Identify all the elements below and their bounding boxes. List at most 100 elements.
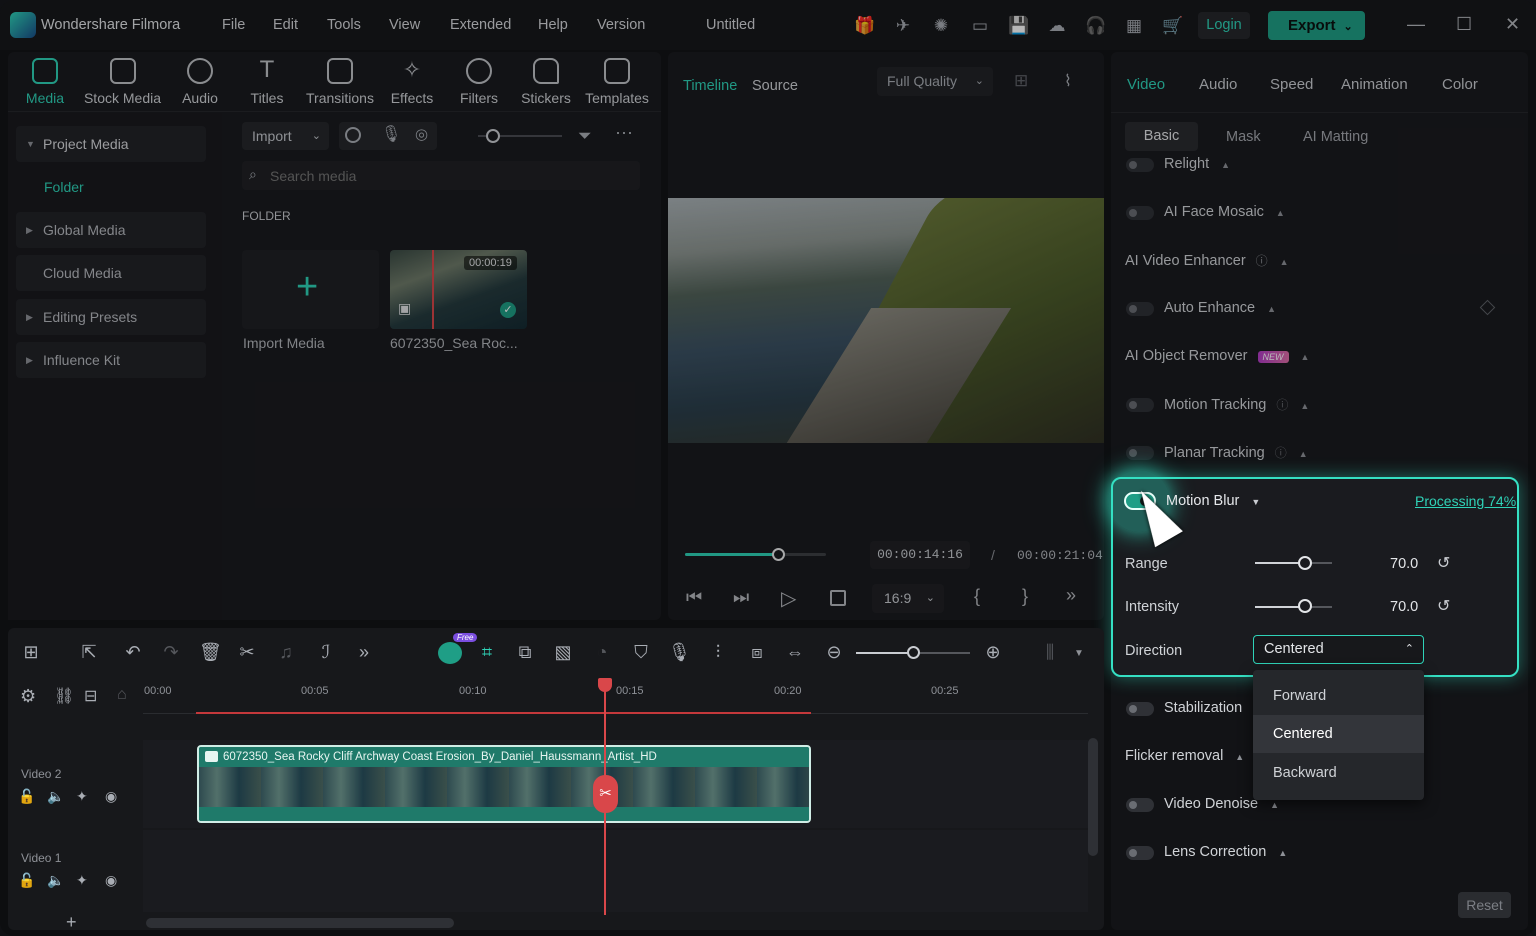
scene-detect-icon[interactable]: ⧈	[746, 642, 768, 663]
lens-toggle[interactable]	[1126, 846, 1154, 860]
minimize-icon[interactable]: —	[1407, 14, 1425, 35]
aspect-dropdown[interactable]: 16:9 ⌄	[872, 584, 944, 613]
shield-icon[interactable]: ⛉	[630, 642, 652, 663]
menu-file[interactable]: File	[222, 17, 245, 33]
tab-color[interactable]: Color	[1442, 76, 1478, 93]
ai-mascot-icon[interactable]	[438, 642, 462, 664]
processing-link[interactable]: Processing 74%	[1415, 493, 1516, 509]
menu-help[interactable]: Help	[538, 17, 568, 33]
zoom-in-icon[interactable]: ⊕	[982, 642, 1004, 663]
marker-icon[interactable]: ⌂	[117, 686, 127, 704]
sidebar-item-folder[interactable]: Folder	[44, 179, 84, 195]
range-reset-icon[interactable]: ↺	[1437, 553, 1450, 573]
delete-icon[interactable]: 🗑	[199, 642, 222, 663]
tab-video[interactable]: Video	[1127, 76, 1165, 93]
direction-select[interactable]: Centered ⌃	[1253, 635, 1424, 664]
gift-icon[interactable]: 🎁	[854, 15, 876, 37]
lock-icon[interactable]: 🔓	[18, 872, 35, 889]
option-centered[interactable]: Centered	[1253, 715, 1424, 753]
relight-row[interactable]: Relight ▲	[1164, 156, 1230, 172]
track-layout-icon[interactable]: ⫼	[1039, 642, 1061, 663]
timeline-settings-icon[interactable]: ⚙	[20, 686, 36, 707]
headset-icon[interactable]: 🎧	[1085, 15, 1107, 37]
search-input[interactable]	[270, 164, 630, 188]
apps-icon[interactable]: ▦	[1123, 15, 1145, 37]
add-track-button[interactable]: +	[66, 912, 77, 933]
audio-split-icon[interactable]: ♫	[275, 642, 297, 663]
menu-tools[interactable]: Tools	[327, 17, 361, 33]
intensity-reset-icon[interactable]: ↺	[1437, 596, 1450, 616]
flicker-row[interactable]: Flicker removal ▲	[1125, 748, 1244, 764]
option-backward[interactable]: Backward	[1253, 754, 1424, 792]
sidebar-item-influence-kit[interactable]: ▶ Influence Kit	[16, 342, 206, 378]
range-slider-knob[interactable]	[1298, 556, 1312, 570]
enhancer-row[interactable]: AI Video Enhancer ⓘ ▲	[1125, 252, 1289, 269]
scope-icon[interactable]: ⌇	[1064, 71, 1072, 91]
grid-view-icon[interactable]: ⊞	[1014, 71, 1028, 91]
tab-media[interactable]: Media	[20, 58, 70, 106]
tab-filters[interactable]: Filters	[455, 58, 503, 106]
sidebar-item-global-media[interactable]: ▶ Global Media	[16, 212, 206, 248]
image-edit-icon[interactable]: ▧	[552, 642, 574, 663]
select-arrow-icon[interactable]: ⇱	[78, 642, 100, 663]
range-value[interactable]: 70.0	[1390, 556, 1418, 572]
stabilization-row[interactable]: Stabilization	[1164, 700, 1242, 716]
fit-icon[interactable]: ⇔	[784, 642, 806, 663]
menu-edit[interactable]: Edit	[273, 17, 298, 33]
record-screen-icon[interactable]	[345, 127, 361, 143]
mic-record-icon[interactable]: 🎙	[668, 642, 691, 663]
next-frame-icon[interactable]: ⏭	[733, 587, 749, 608]
zoom-slider-knob[interactable]	[486, 129, 500, 143]
multi-select-icon[interactable]: ⊞	[20, 642, 42, 663]
tab-stock-media[interactable]: Stock Media	[80, 58, 165, 106]
tab-speed[interactable]: Speed	[1270, 76, 1313, 93]
object-remover-row[interactable]: AI Object Remover NEW ▲	[1125, 348, 1309, 364]
relight-toggle[interactable]	[1126, 158, 1154, 172]
microphone-icon[interactable]: 🎙	[381, 124, 401, 144]
tab-animation[interactable]: Animation	[1341, 76, 1408, 93]
timeline-zoom-knob[interactable]	[907, 646, 920, 659]
stop-icon[interactable]	[830, 590, 846, 606]
mixer-icon[interactable]: ⫶	[707, 642, 729, 663]
subtab-basic[interactable]: Basic	[1125, 122, 1198, 151]
intensity-slider-knob[interactable]	[1298, 599, 1312, 613]
more-tools-icon[interactable]: »	[353, 642, 375, 663]
face-mosaic-toggle[interactable]	[1126, 206, 1154, 220]
timeline-vscroll[interactable]	[1088, 738, 1098, 856]
zoom-out-icon[interactable]: ⊖	[823, 642, 845, 663]
stabilization-toggle[interactable]	[1126, 702, 1154, 716]
menu-view[interactable]: View	[389, 17, 420, 33]
close-icon[interactable]: ✕	[1505, 14, 1520, 35]
prev-frame-icon[interactable]: ⏮	[686, 587, 702, 608]
quality-dropdown[interactable]: Full Quality ⌄	[877, 67, 993, 96]
speaker-icon[interactable]: 🔈	[47, 872, 64, 889]
redo-icon[interactable]: ↷	[160, 642, 182, 663]
tab-audio-prop[interactable]: Audio	[1199, 76, 1237, 93]
planar-tracking-row[interactable]: Planar Tracking ⓘ ▲	[1164, 444, 1308, 461]
option-forward[interactable]: Forward	[1253, 677, 1424, 715]
planar-tracking-toggle[interactable]	[1126, 446, 1154, 460]
menu-extended[interactable]: Extended	[450, 17, 511, 33]
tab-timeline[interactable]: Timeline	[683, 78, 737, 94]
eye-icon[interactable]: ◉	[105, 788, 117, 805]
login-button[interactable]: Login	[1198, 12, 1250, 39]
tab-transitions[interactable]: Transitions	[303, 58, 377, 106]
auto-enhance-toggle[interactable]	[1126, 302, 1154, 316]
text-ai-icon[interactable]: ℐ	[315, 642, 337, 663]
mark-in-icon[interactable]: {	[974, 586, 980, 607]
auto-enhance-row[interactable]: Auto Enhance ▲	[1164, 300, 1276, 316]
motion-tracking-toggle[interactable]	[1126, 398, 1154, 412]
tab-source[interactable]: Source	[752, 78, 798, 94]
motion-tracking-row[interactable]: Motion Tracking ⓘ ▲	[1164, 396, 1309, 413]
sidebar-item-cloud-media[interactable]: Cloud Media	[16, 255, 206, 291]
chevron-down-icon[interactable]: ▼	[1074, 648, 1084, 659]
intensity-value[interactable]: 70.0	[1390, 599, 1418, 615]
more-icon[interactable]: ⋯	[615, 123, 633, 144]
lock-icon[interactable]: 🔓	[18, 788, 35, 805]
tab-titles[interactable]: T Titles	[243, 58, 291, 107]
tab-audio[interactable]: Audio	[176, 58, 224, 106]
magic-icon[interactable]: ✦	[76, 788, 88, 805]
undo-icon[interactable]: ↶	[122, 642, 144, 663]
unlink-icon[interactable]: ⛓	[54, 686, 74, 706]
auto-beat-icon[interactable]: ⌗	[476, 642, 498, 663]
